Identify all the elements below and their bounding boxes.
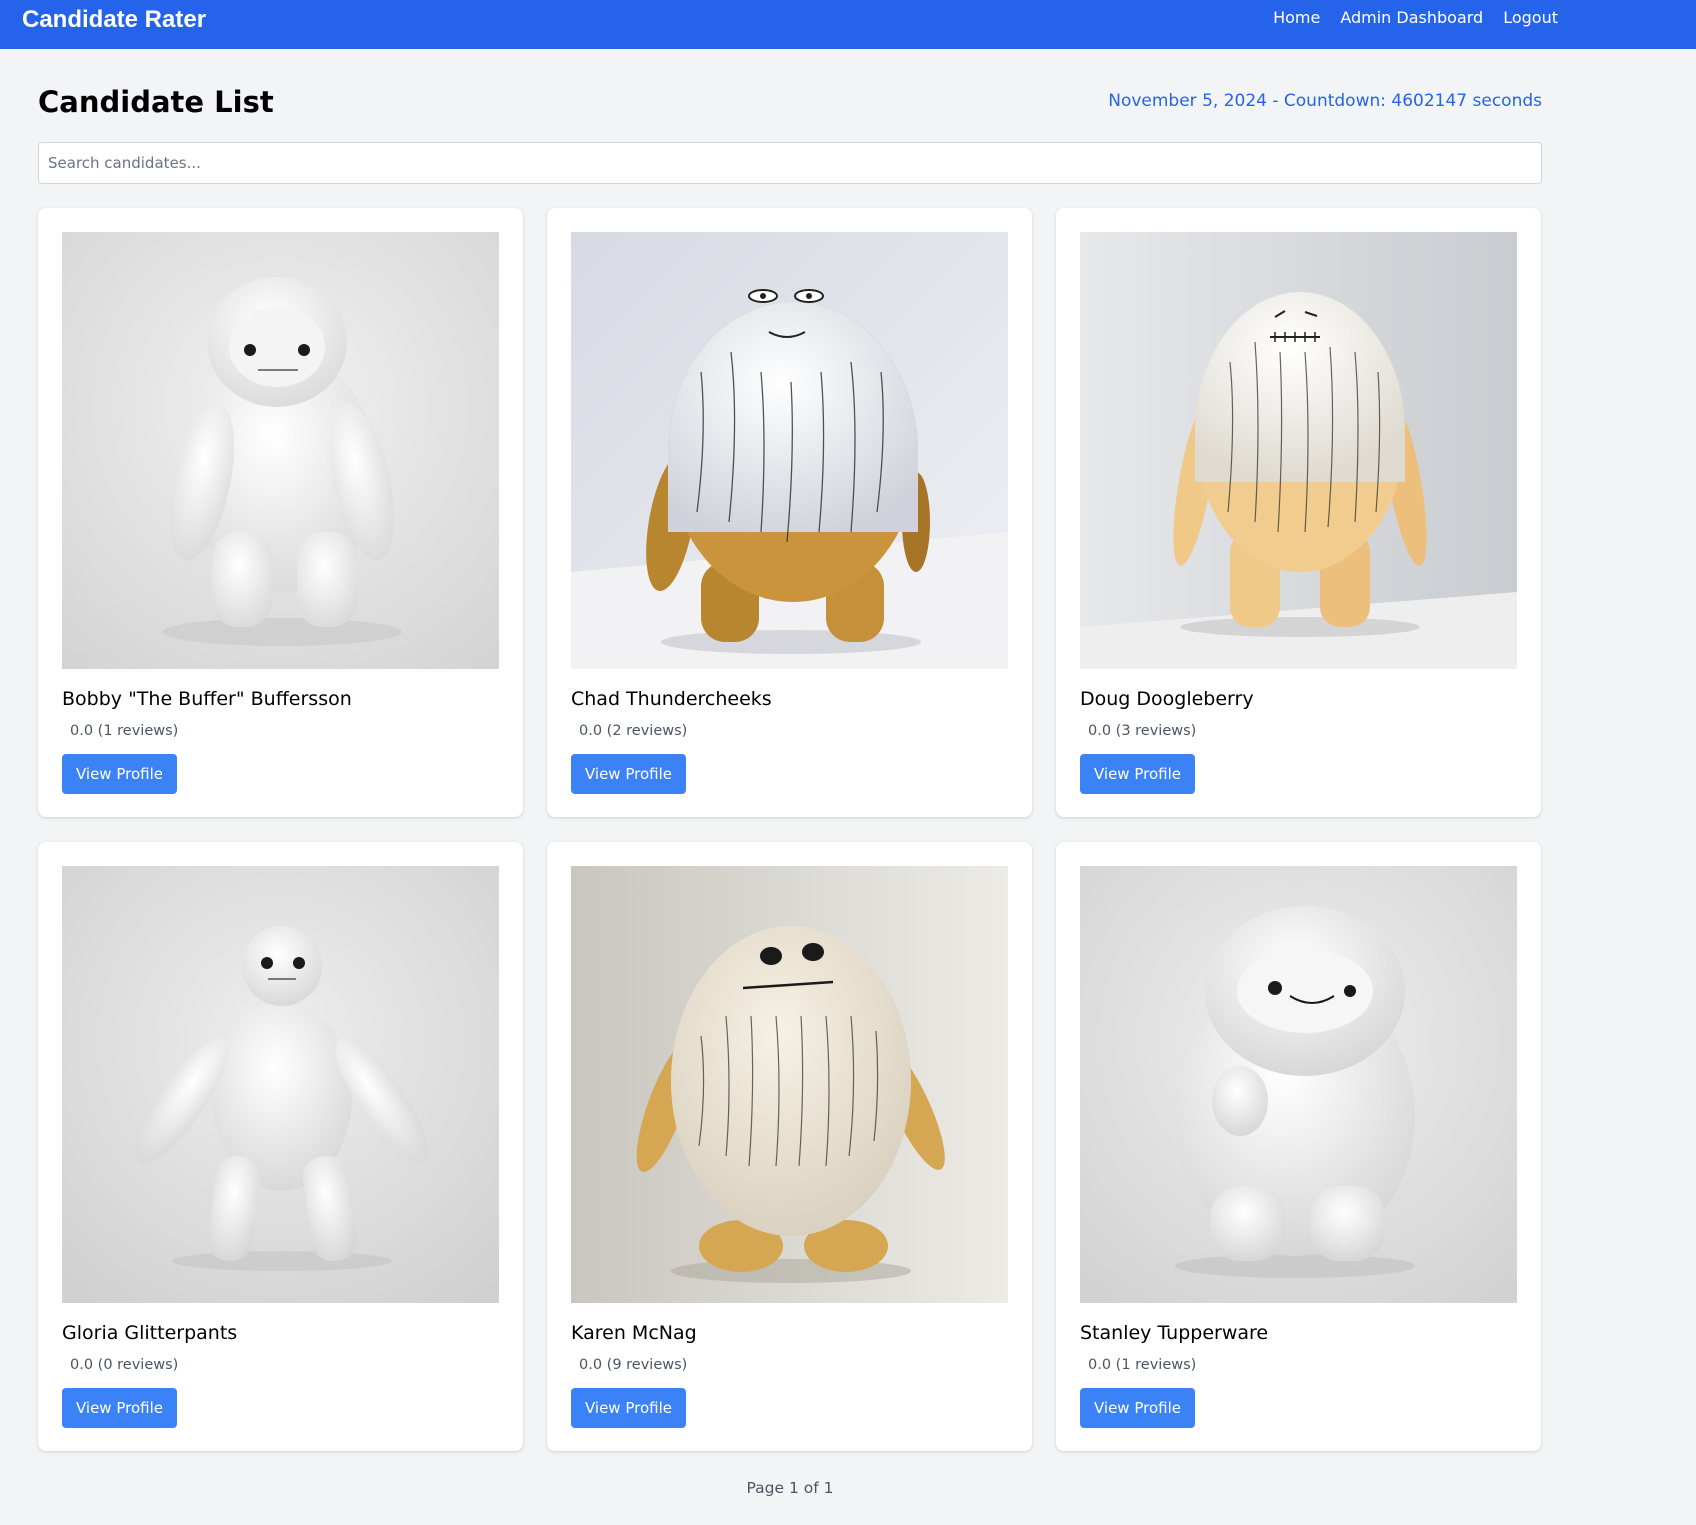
view-profile-button[interactable]: View Profile xyxy=(62,754,177,794)
nav-link-admin-dashboard[interactable]: Admin Dashboard xyxy=(1340,7,1483,29)
brand-logo[interactable]: Candidate Rater xyxy=(22,5,206,35)
candidate-card: Gloria Glitterpants 0.0 (0 reviews) View… xyxy=(38,842,523,1451)
candidate-photo xyxy=(571,232,1008,669)
pagination-info: Page 1 of 1 xyxy=(746,1479,834,1497)
nav-link-home[interactable]: Home xyxy=(1273,7,1320,29)
tall-hairy-figure-image xyxy=(1080,232,1517,669)
fluffy-yeti-figure-image xyxy=(1080,866,1517,1303)
candidate-rating: 0.0 (3 reviews) xyxy=(1088,723,1197,739)
candidate-name: Doug Doogleberry xyxy=(1080,688,1254,710)
candidate-name: Stanley Tupperware xyxy=(1080,1322,1269,1344)
candidate-card: Bobby "The Buffer" Buffersson 0.0 (1 rev… xyxy=(38,208,523,817)
top-navbar: Candidate Rater Home Admin Dashboard Log… xyxy=(0,0,1696,49)
candidate-card: Stanley Tupperware 0.0 (1 reviews) View … xyxy=(1056,842,1541,1451)
candidate-rating: 0.0 (2 reviews) xyxy=(579,723,688,739)
view-profile-button[interactable]: View Profile xyxy=(571,1388,686,1428)
candidate-name: Bobby "The Buffer" Buffersson xyxy=(62,688,352,710)
candidate-rating: 0.0 (1 reviews) xyxy=(1088,1357,1197,1373)
candidate-rating: 0.0 (1 reviews) xyxy=(70,723,179,739)
nav-link-logout[interactable]: Logout xyxy=(1503,7,1558,29)
candidate-photo xyxy=(1080,866,1517,1303)
candidate-rating: 0.0 (0 reviews) xyxy=(70,1357,179,1373)
candidate-name: Gloria Glitterpants xyxy=(62,1322,238,1344)
view-profile-button[interactable]: View Profile xyxy=(1080,1388,1195,1428)
candidate-photo xyxy=(62,866,499,1303)
candidate-photo xyxy=(571,866,1008,1303)
candidate-rating: 0.0 (9 reviews) xyxy=(579,1357,688,1373)
nav-links: Home Admin Dashboard Logout xyxy=(1273,7,1558,29)
candidate-photo xyxy=(1080,232,1517,669)
egg-hairy-figure-image xyxy=(571,232,1008,669)
page-title: Candidate List xyxy=(38,85,274,119)
view-profile-button[interactable]: View Profile xyxy=(62,1388,177,1428)
candidate-photo xyxy=(62,232,499,669)
search-input[interactable] xyxy=(38,142,1542,184)
view-profile-button[interactable]: View Profile xyxy=(571,754,686,794)
view-profile-button[interactable]: View Profile xyxy=(1080,754,1195,794)
election-countdown: November 5, 2024 - Countdown: 4602147 se… xyxy=(1108,91,1542,111)
candidate-name: Chad Thundercheeks xyxy=(571,688,772,710)
candidate-card: Karen McNag 0.0 (9 reviews) View Profile xyxy=(547,842,1032,1451)
egg-hairy-figure-image xyxy=(571,866,1008,1303)
fluffy-yeti-figure-image xyxy=(62,232,499,669)
candidate-name: Karen McNag xyxy=(571,1322,697,1344)
fluffy-yeti-figure-image xyxy=(62,866,499,1303)
candidate-card: Chad Thundercheeks 0.0 (2 reviews) View … xyxy=(547,208,1032,817)
candidate-card: Doug Doogleberry 0.0 (3 reviews) View Pr… xyxy=(1056,208,1541,817)
